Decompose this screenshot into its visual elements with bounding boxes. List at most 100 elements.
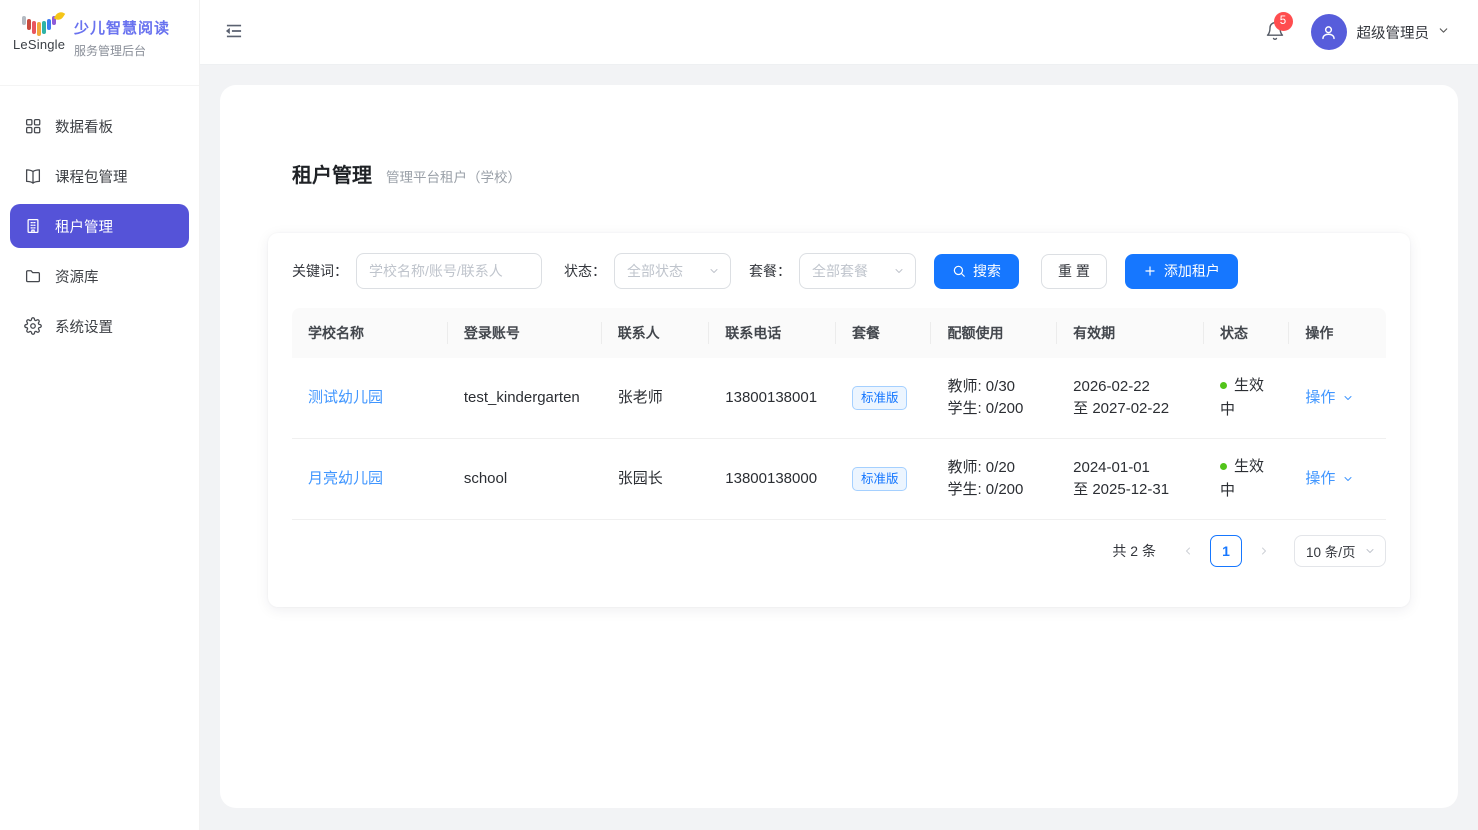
gear-icon bbox=[24, 317, 42, 335]
add-tenant-button[interactable]: 添加租户 bbox=[1125, 254, 1238, 289]
row-actions-label: 操作 bbox=[1305, 468, 1335, 491]
col-status: 状态 bbox=[1204, 308, 1289, 358]
row-actions-dropdown[interactable]: 操作 bbox=[1305, 468, 1354, 491]
add-tenant-button-label: 添加租户 bbox=[1164, 261, 1220, 281]
keyword-label: 关键词： bbox=[292, 261, 348, 281]
app-root: LeSingle 少儿智慧阅读 服务管理后台 数据看板 课程包管理 bbox=[0, 0, 1478, 830]
sidebar-item-dashboard[interactable]: 数据看板 bbox=[10, 104, 189, 148]
valid-from: 2026-02-22 bbox=[1073, 376, 1188, 399]
reset-button-label: 重 置 bbox=[1058, 261, 1090, 281]
pagination-page-1[interactable]: 1 bbox=[1210, 535, 1242, 567]
quota-teacher: 教师: 0/20 bbox=[947, 457, 1041, 480]
page-subtitle: 管理平台租户（学校） bbox=[386, 166, 521, 186]
quota-student: 学生: 0/200 bbox=[947, 479, 1041, 502]
col-validity: 有效期 bbox=[1057, 308, 1204, 358]
status-select[interactable]: 全部状态 bbox=[614, 253, 731, 289]
sidebar-item-tenants[interactable]: 租户管理 bbox=[10, 204, 189, 248]
dashboard-icon bbox=[24, 117, 42, 135]
col-phone: 联系电话 bbox=[709, 308, 836, 358]
row-actions-label: 操作 bbox=[1305, 387, 1335, 410]
sidebar-item-label: 资源库 bbox=[55, 266, 99, 287]
page-size-value: 10 条/页 bbox=[1306, 541, 1356, 561]
quota-cell: 教师: 0/20 学生: 0/200 bbox=[931, 439, 1057, 520]
sidebar-item-label: 租户管理 bbox=[55, 216, 113, 237]
logo-bars-icon bbox=[13, 15, 65, 35]
sidebar-item-label: 系统设置 bbox=[55, 316, 113, 337]
notification-bell-icon[interactable]: 5 bbox=[1265, 21, 1285, 44]
tenant-panel: 关键词： 状态： 全部状态 套餐： 全部套餐 bbox=[268, 233, 1410, 607]
plan-badge: 标准版 bbox=[852, 467, 908, 491]
chevron-down-icon bbox=[893, 265, 905, 277]
pagination: 共 2 条 1 10 条/页 bbox=[292, 535, 1386, 567]
table-row: 测试幼儿园 test_kindergarten 张老师 13800138001 … bbox=[292, 358, 1386, 439]
pagination-total: 共 2 条 bbox=[1112, 541, 1156, 561]
filter-bar: 关键词： 状态： 全部状态 套餐： 全部套餐 bbox=[292, 253, 1386, 289]
page-title: 租户管理 bbox=[292, 159, 372, 188]
search-icon bbox=[952, 264, 966, 278]
chevron-down-icon bbox=[1364, 545, 1376, 557]
avatar[interactable] bbox=[1311, 14, 1347, 50]
col-login-account: 登录账号 bbox=[448, 308, 602, 358]
valid-from: 2024-01-01 bbox=[1073, 457, 1188, 480]
brand-subtitle: 服务管理后台 bbox=[74, 42, 170, 59]
sidebar-item-label: 课程包管理 bbox=[55, 166, 128, 187]
phone-cell: 13800138000 bbox=[709, 439, 836, 520]
chevron-down-icon bbox=[1342, 473, 1354, 485]
login-account-cell: test_kindergarten bbox=[448, 358, 602, 439]
search-button[interactable]: 搜索 bbox=[934, 254, 1019, 289]
col-plan: 套餐 bbox=[836, 308, 932, 358]
col-actions: 操作 bbox=[1289, 308, 1386, 358]
main-area: 5 超级管理员 租户管理 管理平台租户（学校） bbox=[200, 0, 1478, 830]
brand-title: 少儿智慧阅读 bbox=[74, 17, 170, 38]
logo-word: LeSingle bbox=[13, 37, 65, 52]
chevron-right-icon bbox=[1258, 545, 1270, 557]
lesingle-logo: LeSingle bbox=[13, 15, 65, 52]
brand-text: 少儿智慧阅读 服务管理后台 bbox=[74, 15, 170, 59]
chevron-down-icon[interactable] bbox=[1437, 24, 1450, 40]
valid-to: 至 2027-02-22 bbox=[1073, 398, 1188, 421]
chevron-down-icon bbox=[1342, 392, 1354, 404]
page-head: 租户管理 管理平台租户（学校） bbox=[268, 85, 1410, 188]
valid-to: 至 2025-12-31 bbox=[1073, 479, 1188, 502]
plan-select[interactable]: 全部套餐 bbox=[799, 253, 916, 289]
table-header-row: 学校名称 登录账号 联系人 联系电话 套餐 配额使用 有效期 状态 操作 bbox=[292, 308, 1386, 358]
row-actions-dropdown[interactable]: 操作 bbox=[1305, 387, 1354, 410]
quota-teacher: 教师: 0/30 bbox=[947, 376, 1041, 399]
validity-cell: 2024-01-01 至 2025-12-31 bbox=[1057, 439, 1204, 520]
plan-select-value: 全部套餐 bbox=[812, 261, 868, 281]
building-icon bbox=[24, 217, 42, 235]
school-name-link[interactable]: 月亮幼儿园 bbox=[308, 470, 383, 487]
sidebar-item-settings[interactable]: 系统设置 bbox=[10, 304, 189, 348]
sidebar: LeSingle 少儿智慧阅读 服务管理后台 数据看板 课程包管理 bbox=[0, 0, 200, 830]
status-select-value: 全部状态 bbox=[627, 261, 683, 281]
status-dot-icon bbox=[1220, 382, 1227, 389]
status-dot-icon bbox=[1220, 463, 1227, 470]
sidebar-item-label: 数据看板 bbox=[55, 116, 113, 137]
sidebar-item-course-packages[interactable]: 课程包管理 bbox=[10, 154, 189, 198]
pagination-next-button[interactable] bbox=[1250, 535, 1278, 567]
tenant-table: 学校名称 登录账号 联系人 联系电话 套餐 配额使用 有效期 状态 操作 bbox=[292, 308, 1386, 520]
topbar: 5 超级管理员 bbox=[200, 0, 1478, 65]
reset-button[interactable]: 重 置 bbox=[1041, 254, 1107, 289]
chevron-left-icon bbox=[1182, 545, 1194, 557]
pagination-prev-button[interactable] bbox=[1174, 535, 1202, 567]
login-account-cell: school bbox=[448, 439, 602, 520]
username[interactable]: 超级管理员 bbox=[1357, 22, 1430, 43]
topbar-right: 5 超级管理员 bbox=[1265, 14, 1451, 50]
search-button-label: 搜索 bbox=[973, 261, 1001, 281]
contact-cell: 张园长 bbox=[602, 439, 710, 520]
col-contact: 联系人 bbox=[602, 308, 710, 358]
menu-fold-icon[interactable] bbox=[224, 21, 246, 43]
page-size-select[interactable]: 10 条/页 bbox=[1294, 535, 1386, 567]
contact-cell: 张老师 bbox=[602, 358, 710, 439]
book-icon bbox=[24, 167, 42, 185]
folder-icon bbox=[24, 267, 42, 285]
sidebar-item-resources[interactable]: 资源库 bbox=[10, 254, 189, 298]
keyword-input[interactable] bbox=[356, 253, 542, 289]
page-card: 租户管理 管理平台租户（学校） 关键词： 状态： 全部状态 bbox=[220, 85, 1458, 808]
status-cell: 生效中 bbox=[1204, 439, 1289, 520]
status-label: 状态： bbox=[564, 261, 606, 281]
user-icon bbox=[1319, 23, 1338, 42]
school-name-link[interactable]: 测试幼儿园 bbox=[308, 389, 383, 406]
col-school-name: 学校名称 bbox=[292, 308, 448, 358]
